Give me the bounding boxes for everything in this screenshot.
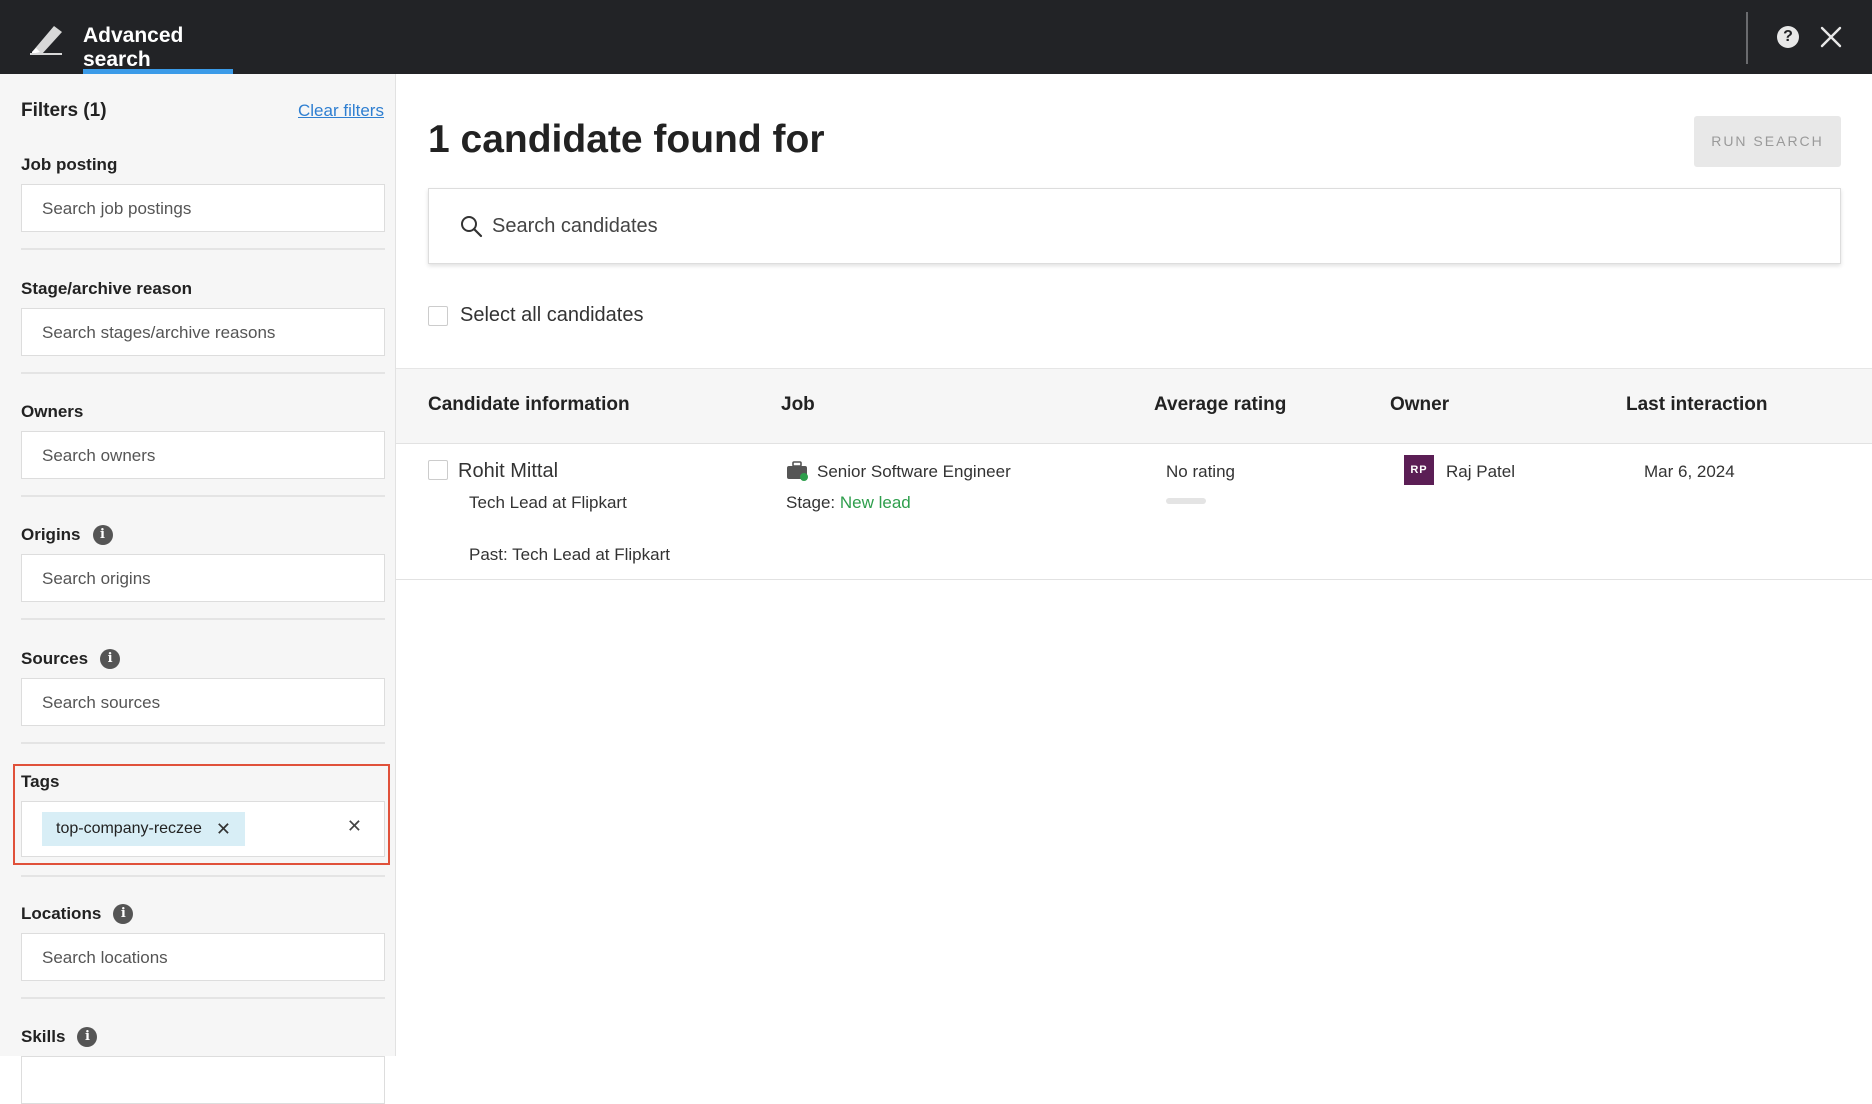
pen-logo-icon <box>30 26 62 55</box>
divider <box>21 997 385 999</box>
candidate-headline: Tech Lead at Flipkart <box>469 493 627 512</box>
rating-bar <box>1166 498 1206 504</box>
select-all-checkbox[interactable] <box>428 305 448 326</box>
stage-label: Stage: <box>786 493 836 512</box>
sources-filter: Sources i Search sources <box>21 648 385 726</box>
column-header[interactable]: Candidate information <box>428 394 630 416</box>
skills-search-input[interactable] <box>21 1056 385 1104</box>
clear-filters-link[interactable]: Clear filters <box>298 101 384 121</box>
close-icon[interactable] <box>1818 24 1844 50</box>
candidate-name[interactable]: Rohit Mittal <box>458 460 558 483</box>
table-header: Candidate information Job Average rating… <box>396 368 1872 444</box>
column-header[interactable]: Last interaction <box>1626 394 1767 416</box>
locations-search-input[interactable]: Search locations <box>21 933 385 981</box>
origins-label: Origins <box>21 525 81 544</box>
divider <box>21 742 385 744</box>
search-placeholder: Search candidates <box>492 215 658 237</box>
header-title: Advanced search <box>83 24 184 71</box>
stage-info: Stage: New lead <box>786 493 911 513</box>
select-all-label: Select all candidates <box>460 304 644 326</box>
owners-label: Owners <box>21 402 84 421</box>
briefcase-icon <box>787 461 808 481</box>
table-row[interactable]: Rohit Mittal Tech Lead at Flipkart Past:… <box>396 444 1872 580</box>
owners-filter: Owners Search owners <box>21 401 385 479</box>
job-posting-label: Job posting <box>21 155 118 174</box>
last-interaction: Mar 6, 2024 <box>1644 462 1735 481</box>
tags-highlight-box <box>13 764 390 865</box>
info-icon[interactable]: i <box>77 1027 98 1047</box>
divider <box>21 248 385 250</box>
locations-label: Locations <box>21 904 102 923</box>
column-header[interactable]: Owner <box>1390 394 1449 416</box>
skills-label: Skills <box>21 1027 66 1046</box>
divider <box>21 495 385 497</box>
select-all-row[interactable]: Select all candidates <box>428 304 643 327</box>
divider <box>21 618 385 620</box>
results-title: 1 candidate found for <box>428 118 825 161</box>
divider <box>21 372 385 374</box>
run-search-button[interactable]: RUN SEARCH <box>1694 116 1841 167</box>
stage-value: New lead <box>839 493 911 512</box>
job-title[interactable]: Senior Software Engineer <box>817 462 1011 482</box>
stage-filter: Stage/archive reason Search stages/archi… <box>21 278 385 356</box>
info-icon[interactable]: i <box>113 904 134 924</box>
top-bar: Advanced search ? <box>0 0 1872 74</box>
filters-title: Filters (1) <box>21 100 107 121</box>
avatar: RP <box>1404 455 1434 485</box>
stage-label: Stage/archive reason <box>21 279 193 298</box>
candidate-past: Past: Tech Lead at Flipkart <box>469 545 670 564</box>
rating-text: No rating <box>1166 462 1235 481</box>
sources-search-input[interactable]: Search sources <box>21 678 385 726</box>
column-header[interactable]: Average rating <box>1154 394 1286 416</box>
owners-search-input[interactable]: Search owners <box>21 431 385 479</box>
sources-label: Sources <box>21 649 89 668</box>
filters-sidebar: Filters (1) Clear filters Job posting Se… <box>0 74 396 1104</box>
row-checkbox[interactable] <box>428 460 448 480</box>
search-icon <box>461 216 483 238</box>
locations-filter: Locations i Search locations <box>21 903 385 981</box>
origins-filter: Origins i Search origins <box>21 524 385 602</box>
header-divider <box>1746 12 1748 64</box>
divider <box>21 875 385 877</box>
owner-name: Raj Patel <box>1446 462 1515 481</box>
stage-search-input[interactable]: Search stages/archive reasons <box>21 308 385 356</box>
info-icon[interactable]: i <box>100 649 121 669</box>
origins-search-input[interactable]: Search origins <box>21 554 385 602</box>
question-circle-icon[interactable]: ? <box>1777 26 1799 48</box>
advanced-search-tab[interactable]: Advanced search <box>83 0 233 74</box>
skills-filter: Skills i <box>21 1026 385 1104</box>
info-icon[interactable]: i <box>92 525 113 545</box>
job-posting-filter: Job posting Search job postings <box>21 154 385 232</box>
column-header[interactable]: Job <box>781 394 815 416</box>
candidate-search-input[interactable]: Search candidates <box>428 188 1841 264</box>
job-posting-search-input[interactable]: Search job postings <box>21 184 385 232</box>
